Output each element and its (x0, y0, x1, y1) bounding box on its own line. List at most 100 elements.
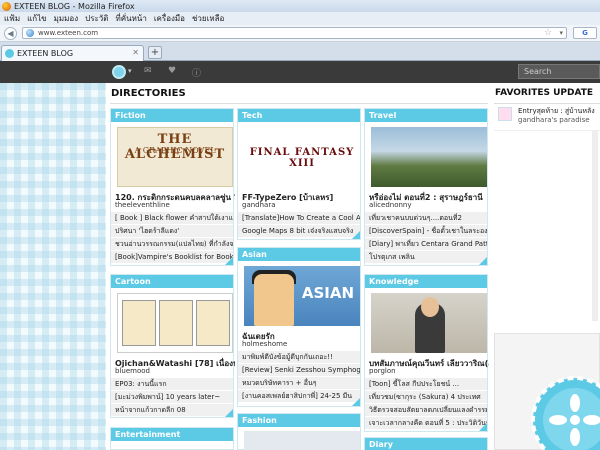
exteen-logo[interactable] (112, 65, 126, 79)
back-button[interactable]: ◀ (4, 26, 17, 40)
list-item[interactable]: [Diary] พาเที่ยว Centara Grand Patta (365, 237, 487, 250)
category-header[interactable]: Fashion (238, 414, 360, 427)
category-card-asian: Asian ASIAN ฉันเดยรัก holmeshome มาพิมพ์… (237, 247, 361, 407)
menu-view[interactable]: มุมมอง (54, 12, 79, 25)
category-header[interactable]: Tech (238, 109, 360, 122)
cover-image[interactable] (117, 293, 233, 353)
mail-icon[interactable]: ✉ (144, 66, 152, 76)
tab-label: EXTEEN BLOG (17, 49, 74, 58)
entry-author[interactable]: alicednonny (369, 201, 489, 209)
list-item[interactable]: ปริศนา 'ไฮดร้าลีแดง' (111, 224, 233, 237)
menu-edit[interactable]: แก้ไข (27, 12, 47, 25)
url-dropdown-icon[interactable]: ▾ (559, 28, 563, 38)
list-item[interactable]: [มะม่วงพิมพาน์] 10 years later~ (111, 390, 233, 403)
more-corner-icon[interactable] (479, 423, 487, 431)
close-tab-icon[interactable]: ✕ (132, 48, 139, 57)
logo-menu-caret[interactable]: ▾ (128, 67, 132, 75)
favorite-entry-author[interactable]: gandhara's paradise (518, 116, 590, 124)
list-item[interactable]: [Review] Senki Zesshou Symphoge (238, 363, 360, 376)
more-corner-icon[interactable] (225, 257, 233, 265)
more-corner-icon[interactable] (352, 398, 360, 406)
list-item[interactable]: Google Maps 8 bit เจ๋งจริงแสบจริง (238, 224, 360, 237)
cover-title: ASIAN (301, 284, 354, 302)
site-search-input[interactable]: Search (518, 64, 600, 79)
new-tab-button[interactable]: + (148, 46, 162, 59)
entry-author[interactable]: bluemood (115, 367, 235, 375)
menu-bar: แฟ้ม แก้ไข มุมมอง ประวัติ ที่คั่นหน้า เค… (0, 12, 600, 25)
list-item[interactable]: โปรตุเกส เพลิน (365, 250, 487, 263)
category-card-cartoon: Cartoon Ojichan&Watashi [78] เนื่องหลังเ… (110, 274, 235, 418)
category-header[interactable]: Cartoon (111, 275, 233, 288)
firefox-icon (2, 1, 11, 11)
cover-title: FINAL FANTASY XIII (249, 147, 355, 169)
entry-author[interactable]: holmeshome (242, 340, 362, 348)
background-pattern (0, 83, 106, 450)
cover-image[interactable] (371, 293, 487, 353)
more-corner-icon[interactable] (225, 409, 233, 417)
list-item[interactable]: [ Book ] Black flower คำสาปใต้เงาแต่ (111, 211, 233, 224)
cover-image[interactable]: FINAL FANTASY XIII (244, 127, 360, 187)
category-header[interactable]: Entertainment (111, 428, 233, 441)
comic-panel (196, 300, 230, 346)
category-header[interactable]: Asian (238, 248, 360, 261)
list-item[interactable]: ชวนอ่านวรรณกรรม(แปลไทย) ที่กำลังจ (111, 237, 233, 250)
entry-author[interactable]: theeleventhline (115, 201, 235, 209)
cover-image[interactable] (244, 431, 360, 450)
more-corner-icon[interactable] (352, 231, 360, 239)
category-card-entertainment: Entertainment (110, 427, 234, 450)
window-title: EXTEEN BLOG - Mozilla Firefox (14, 1, 135, 11)
tab-exteen-blog[interactable]: EXTEEN BLOG ✕ (1, 45, 144, 61)
category-card-travel: Travel หรือ่องไม่ ตอนที่2 : สุราษฎร์ธานี… (364, 108, 488, 266)
scrollbar[interactable] (592, 131, 598, 321)
cover-image[interactable]: ASIAN (244, 266, 360, 326)
list-item[interactable]: หน้าจากแก้วกาดลีก 08 (111, 403, 233, 416)
comic-panel (159, 300, 193, 346)
flower-badge-icon (531, 376, 600, 450)
window-titlebar: EXTEEN BLOG - Mozilla Firefox (0, 0, 600, 12)
list-item[interactable]: หมวดบริษัทคารา + อื่นๆ (238, 376, 360, 389)
category-header[interactable]: Travel (365, 109, 487, 122)
site-header: ▾ ✉ ♥ ⓘ Search (0, 61, 600, 83)
menu-help[interactable]: ช่วยเหลือ (192, 12, 224, 25)
directories-heading: DIRECTORIES (111, 88, 186, 99)
bookmark-star-icon[interactable]: ☆ (544, 28, 552, 38)
search-engine-button[interactable]: G (573, 27, 597, 39)
list-item[interactable]: [Toon] ขี้โลส กีปประโยชน์ ... (365, 377, 487, 390)
person-head (421, 297, 439, 317)
category-card-tech: Tech FINAL FANTASY XIII FF-TypeZero [บ้า… (237, 108, 361, 240)
list-item[interactable]: เที่ยวเชาคนบบด่วนๆ....ตอนที่2 (365, 211, 487, 224)
navigation-bar: ◀ www.exteen.com ☆ ▾ G (0, 25, 600, 42)
list-item[interactable]: [Book]Vampire's Booklist for Book F (111, 250, 233, 263)
category-header[interactable]: Diary (365, 438, 487, 450)
more-corner-icon[interactable] (479, 257, 487, 265)
list-item[interactable]: วิธีตรวจสอบสัตยาลตภเปลี่ยนแลงดำรรม (365, 403, 487, 416)
entry-author[interactable]: gandhara (242, 201, 362, 209)
globe-icon (26, 29, 34, 37)
exteen-favicon (5, 49, 14, 58)
category-header[interactable]: Knowledge (365, 275, 487, 288)
menu-history[interactable]: ประวัติ (85, 12, 108, 25)
heart-icon[interactable]: ♥ (168, 66, 176, 76)
avatar (498, 107, 512, 121)
cover-image[interactable] (371, 127, 487, 187)
list-item[interactable]: [Translate]How To Create a Cool A (238, 211, 360, 224)
favorites-list (494, 130, 600, 330)
info-icon[interactable]: ⓘ (192, 66, 201, 79)
list-item[interactable]: มาพิมพ์ตีบังข้อมู้ดีบุกกันเถอะ!! (238, 350, 360, 363)
url-bar[interactable]: www.exteen.com ☆ ▾ (22, 27, 567, 39)
list-item[interactable]: เจาะเวลากลางคืด ตอนที่ 5 : ประวิติวันย (365, 416, 487, 429)
comic-panel (122, 300, 156, 346)
entry-author[interactable]: porglon (369, 367, 489, 375)
tab-bar: EXTEEN BLOG ✕ + (0, 42, 600, 61)
category-header[interactable]: Fiction (111, 109, 233, 122)
favorite-item[interactable]: Entryสุดท้าย : สู่บ้านหลัง gandhara's pa… (494, 104, 600, 128)
list-item[interactable]: EP03: งานนี้แรก (111, 377, 233, 390)
list-item[interactable]: [งานคอสเพลย์ฮาสิปกาพี่] 24-25 มีน (238, 389, 360, 402)
menu-tools[interactable]: เครื่องมือ (154, 12, 185, 25)
list-item[interactable]: เที่ยวชม(ซากุระ (Sakura) 4 ประเทศ (365, 390, 487, 403)
list-item[interactable]: [DiscoverSpain] - ชื่อตั้วเชาในลระองเ (365, 224, 487, 237)
cover-image[interactable]: THE ALCHEMIST A GRAPHIC NOVEL (117, 127, 233, 187)
menu-file[interactable]: แฟ้ม (4, 12, 20, 25)
menu-bookmarks[interactable]: ที่คั่นหน้า (115, 12, 146, 25)
category-card-diary: Diary (364, 437, 488, 450)
